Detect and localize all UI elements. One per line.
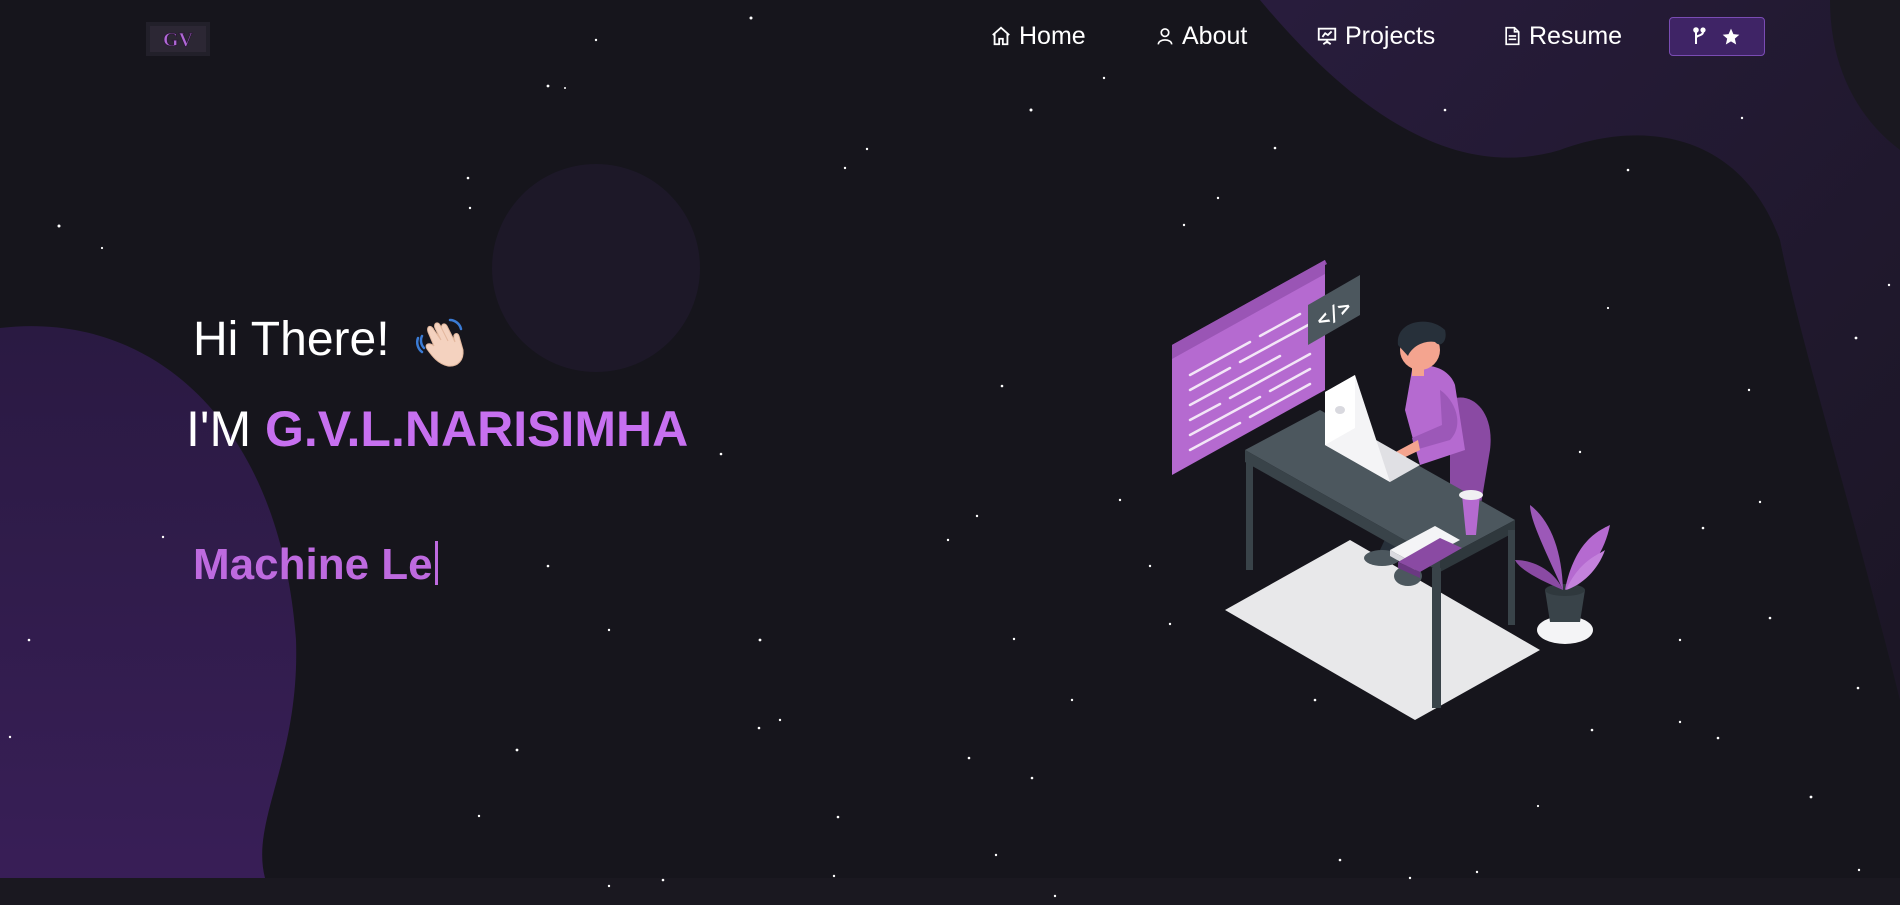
typewriter-text: Machine Le [193, 540, 438, 590]
nav-about-label: About [1182, 21, 1248, 50]
presentation-icon [1317, 27, 1337, 45]
github-repo-button[interactable] [1669, 17, 1765, 56]
greeting-text: Hi There! [193, 313, 390, 366]
typing-caret [434, 541, 438, 585]
fork-icon [1693, 26, 1706, 44]
user-icon [1157, 28, 1173, 45]
hero-greeting: Hi There! [193, 312, 390, 367]
home-icon [992, 26, 1010, 46]
nav-home[interactable]: Home [990, 18, 1086, 54]
nav-resume-label: Resume [1529, 21, 1623, 50]
typed-text: Machine Le [193, 540, 433, 589]
svg-text:GV: GV [163, 29, 194, 51]
document-icon [1505, 26, 1520, 46]
site-logo[interactable]: GV [146, 22, 210, 56]
name-highlight: G.V.L.NARISIMHA [265, 401, 689, 457]
navbar: GV Home About Projects Resume [0, 0, 1900, 75]
nav-resume[interactable]: Resume [1502, 18, 1622, 54]
hero-name-line: I'M G.V.L.NARISIMHA [186, 400, 688, 458]
star-icon [1722, 28, 1740, 44]
nav-about[interactable]: About [1155, 18, 1247, 54]
waving-hand-icon [415, 318, 464, 367]
nav-home-label: Home [1019, 21, 1086, 50]
name-prefix: I'M [186, 401, 252, 457]
developer-illustration: </> [1172, 260, 1610, 720]
nav-projects[interactable]: Projects [1316, 18, 1435, 54]
nav-projects-label: Projects [1345, 21, 1436, 50]
